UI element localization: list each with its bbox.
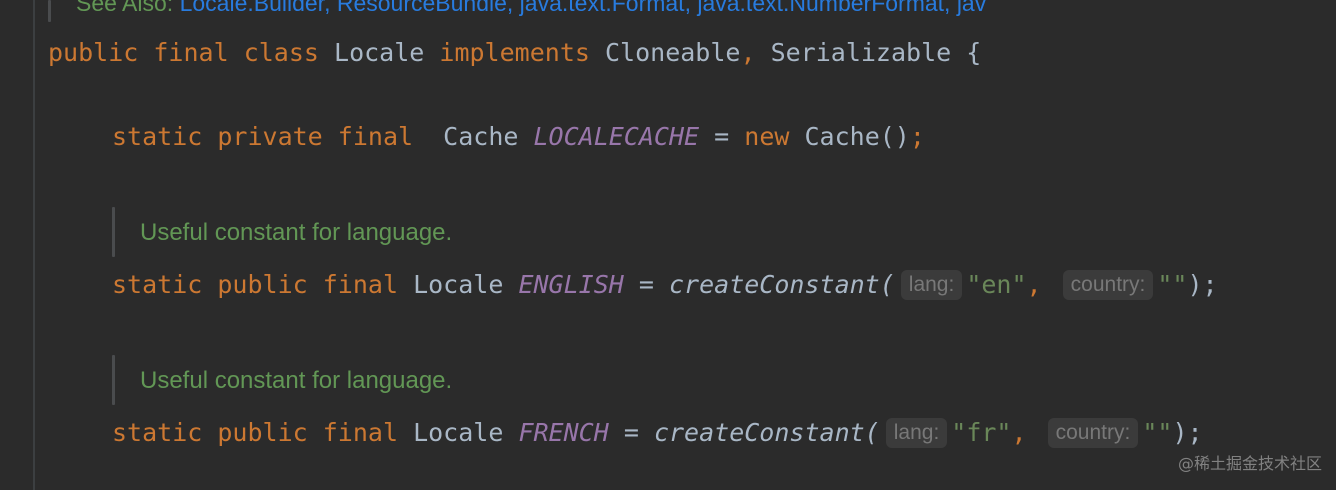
semicolon: ; [909, 122, 925, 151]
doc-comment-french[interactable]: Useful constant for language. [140, 365, 452, 397]
keyword-new: new [744, 122, 790, 151]
keyword-public: public [217, 418, 308, 447]
type-locale[interactable]: Locale [413, 418, 503, 447]
assign-operator: = [714, 122, 730, 151]
see-also-label: See Also: [76, 0, 174, 16]
method-create-constant[interactable]: createConstant( [669, 270, 895, 299]
string-arg-lang[interactable]: "en" [966, 270, 1026, 299]
see-also-links[interactable]: Locale.Builder, ResourceBundle, java.tex… [180, 0, 987, 16]
type-locale[interactable]: Locale [413, 270, 503, 299]
assign-operator: = [638, 270, 654, 299]
param-hint-country: country: [1047, 418, 1139, 448]
keyword-public: public [217, 270, 308, 299]
method-create-constant[interactable]: createConstant( [654, 418, 880, 447]
open-brace: { [966, 38, 982, 67]
keyword-static: static [112, 122, 203, 151]
type-cache[interactable]: Cache [443, 122, 518, 151]
field-french[interactable]: FRENCH [518, 418, 608, 447]
doc-comment-bar [112, 355, 115, 405]
doc-comment-bar [112, 207, 115, 257]
watermark: @稀土掘金技术社区 [1177, 454, 1322, 473]
code-line-class-declaration[interactable]: public final class Locale implements Clo… [48, 36, 981, 70]
doc-comment-english[interactable]: Useful constant for language. [140, 217, 452, 249]
see-also-doc-line: See Also: Locale.Builder, ResourceBundle… [76, 0, 986, 18]
string-arg-lang[interactable]: "fr" [951, 418, 1011, 447]
keyword-implements: implements [439, 38, 590, 67]
code-line-localecache[interactable]: static private final Cache LOCALECACHE =… [112, 120, 925, 154]
keyword-final: final [322, 270, 399, 299]
comma: , [1011, 418, 1027, 447]
field-localecache[interactable]: LOCALECACHE [534, 122, 700, 151]
interface-serializable[interactable]: Serializable [771, 38, 952, 67]
string-arg-country[interactable]: "" [1142, 418, 1172, 447]
keyword-public: public [48, 38, 139, 67]
comma: , [1026, 270, 1042, 299]
param-hint-lang: lang: [885, 418, 948, 448]
cache-constructor-call[interactable]: Cache() [804, 122, 909, 151]
interface-cloneable[interactable]: Cloneable [605, 38, 740, 67]
code-line-french[interactable]: static public final Locale FRENCH = crea… [112, 416, 1203, 450]
field-english[interactable]: ENGLISH [518, 270, 623, 299]
doc-comment-bar-top [48, 0, 51, 22]
close-paren-semicolon: ); [1187, 270, 1218, 299]
keyword-private: private [217, 122, 323, 151]
class-name[interactable]: Locale [334, 38, 424, 67]
comma: , [740, 38, 756, 67]
keyword-final: final [322, 418, 399, 447]
keyword-static: static [112, 418, 203, 447]
keyword-final: final [337, 122, 414, 151]
editor-gutter-divider [33, 0, 35, 490]
keyword-final: final [153, 38, 229, 67]
assign-operator: = [623, 418, 639, 447]
keyword-static: static [112, 270, 203, 299]
close-paren-semicolon: ); [1172, 418, 1203, 447]
param-hint-country: country: [1062, 270, 1154, 300]
string-arg-country[interactable]: "" [1157, 270, 1187, 299]
keyword-class: class [243, 38, 319, 67]
param-hint-lang: lang: [900, 270, 963, 300]
code-line-english[interactable]: static public final Locale ENGLISH = cre… [112, 268, 1218, 302]
